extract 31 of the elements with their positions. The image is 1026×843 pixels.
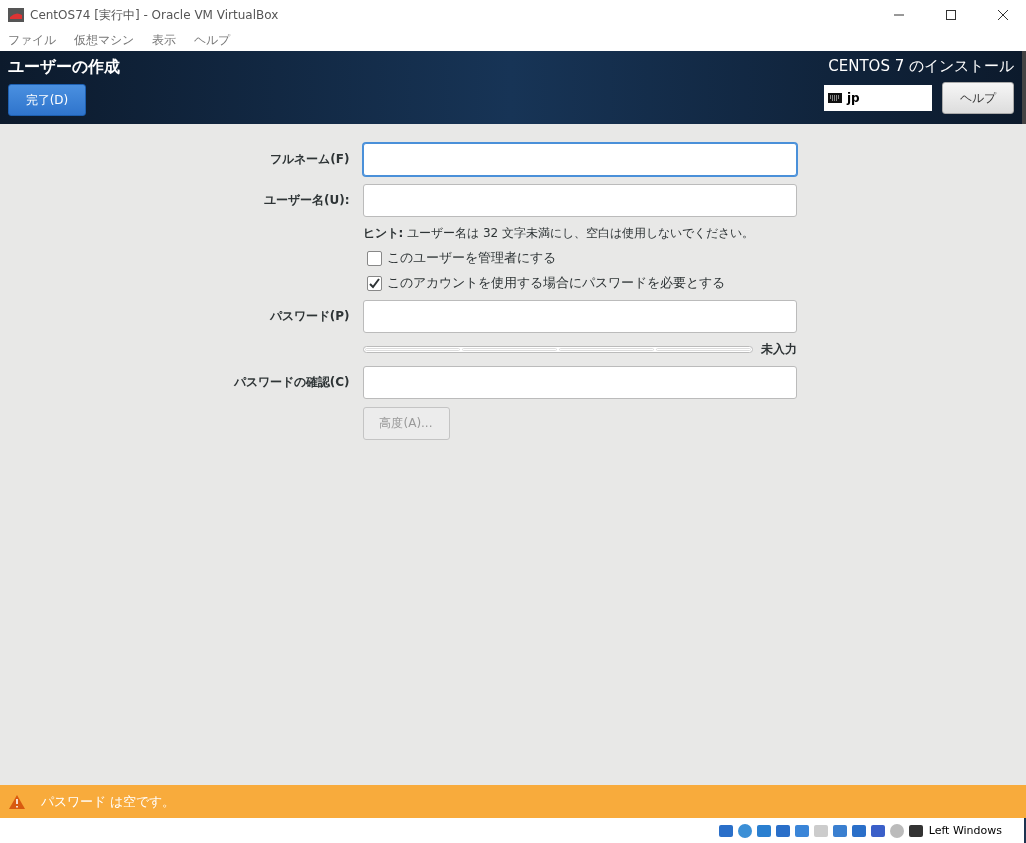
menu-item[interactable]: ヘルプ xyxy=(194,32,230,49)
strength-text: 未入力 xyxy=(760,341,797,358)
warning-icon xyxy=(9,794,25,809)
checkbox-label[interactable]: このユーザーを管理者にする xyxy=(386,250,556,267)
help-button[interactable]: ヘルプ xyxy=(942,82,1014,114)
maximize-icon xyxy=(946,10,956,20)
window-title: CentOS74 [実行中] - Oracle VM VirtualBox xyxy=(30,6,280,24)
checkbox[interactable] xyxy=(366,276,382,291)
keyboard-layout-indicator[interactable]: jp xyxy=(824,85,932,111)
field-label: ユーザー名(U): xyxy=(264,192,350,209)
app-logo-icon xyxy=(8,8,24,22)
field-label: フルネーム(F) xyxy=(270,151,350,168)
checkbox[interactable] xyxy=(366,251,382,266)
menu-item[interactable]: 仮想マシン xyxy=(74,32,134,49)
menu-item[interactable]: 表示 xyxy=(152,32,176,49)
text-field[interactable] xyxy=(362,366,797,399)
text-field[interactable] xyxy=(362,184,797,217)
field-label: パスワードの確認(C) xyxy=(233,374,350,391)
field-label: パスワード(P) xyxy=(269,308,350,325)
menu-item[interactable]: ファイル xyxy=(8,32,56,49)
keyboard-icon xyxy=(828,93,842,103)
host-key-label: Left Windows xyxy=(928,824,1002,837)
text-field[interactable] xyxy=(362,143,797,176)
text-field[interactable] xyxy=(362,300,797,333)
product-title: CENTOS 7 のインストール xyxy=(828,57,1014,76)
checkbox-label[interactable]: このアカウントを使用する場合にパスワードを必要とする xyxy=(386,275,725,292)
done-button[interactable]: 完了(D) xyxy=(8,84,86,116)
page-title: ユーザーの作成 xyxy=(8,57,120,78)
close-icon xyxy=(998,10,1008,20)
warning-text: パスワード は空です。 xyxy=(41,792,176,811)
hint-text: ヒント: ユーザー名は 32 文字未満にし、空白は使用しないでください。 xyxy=(362,225,756,242)
